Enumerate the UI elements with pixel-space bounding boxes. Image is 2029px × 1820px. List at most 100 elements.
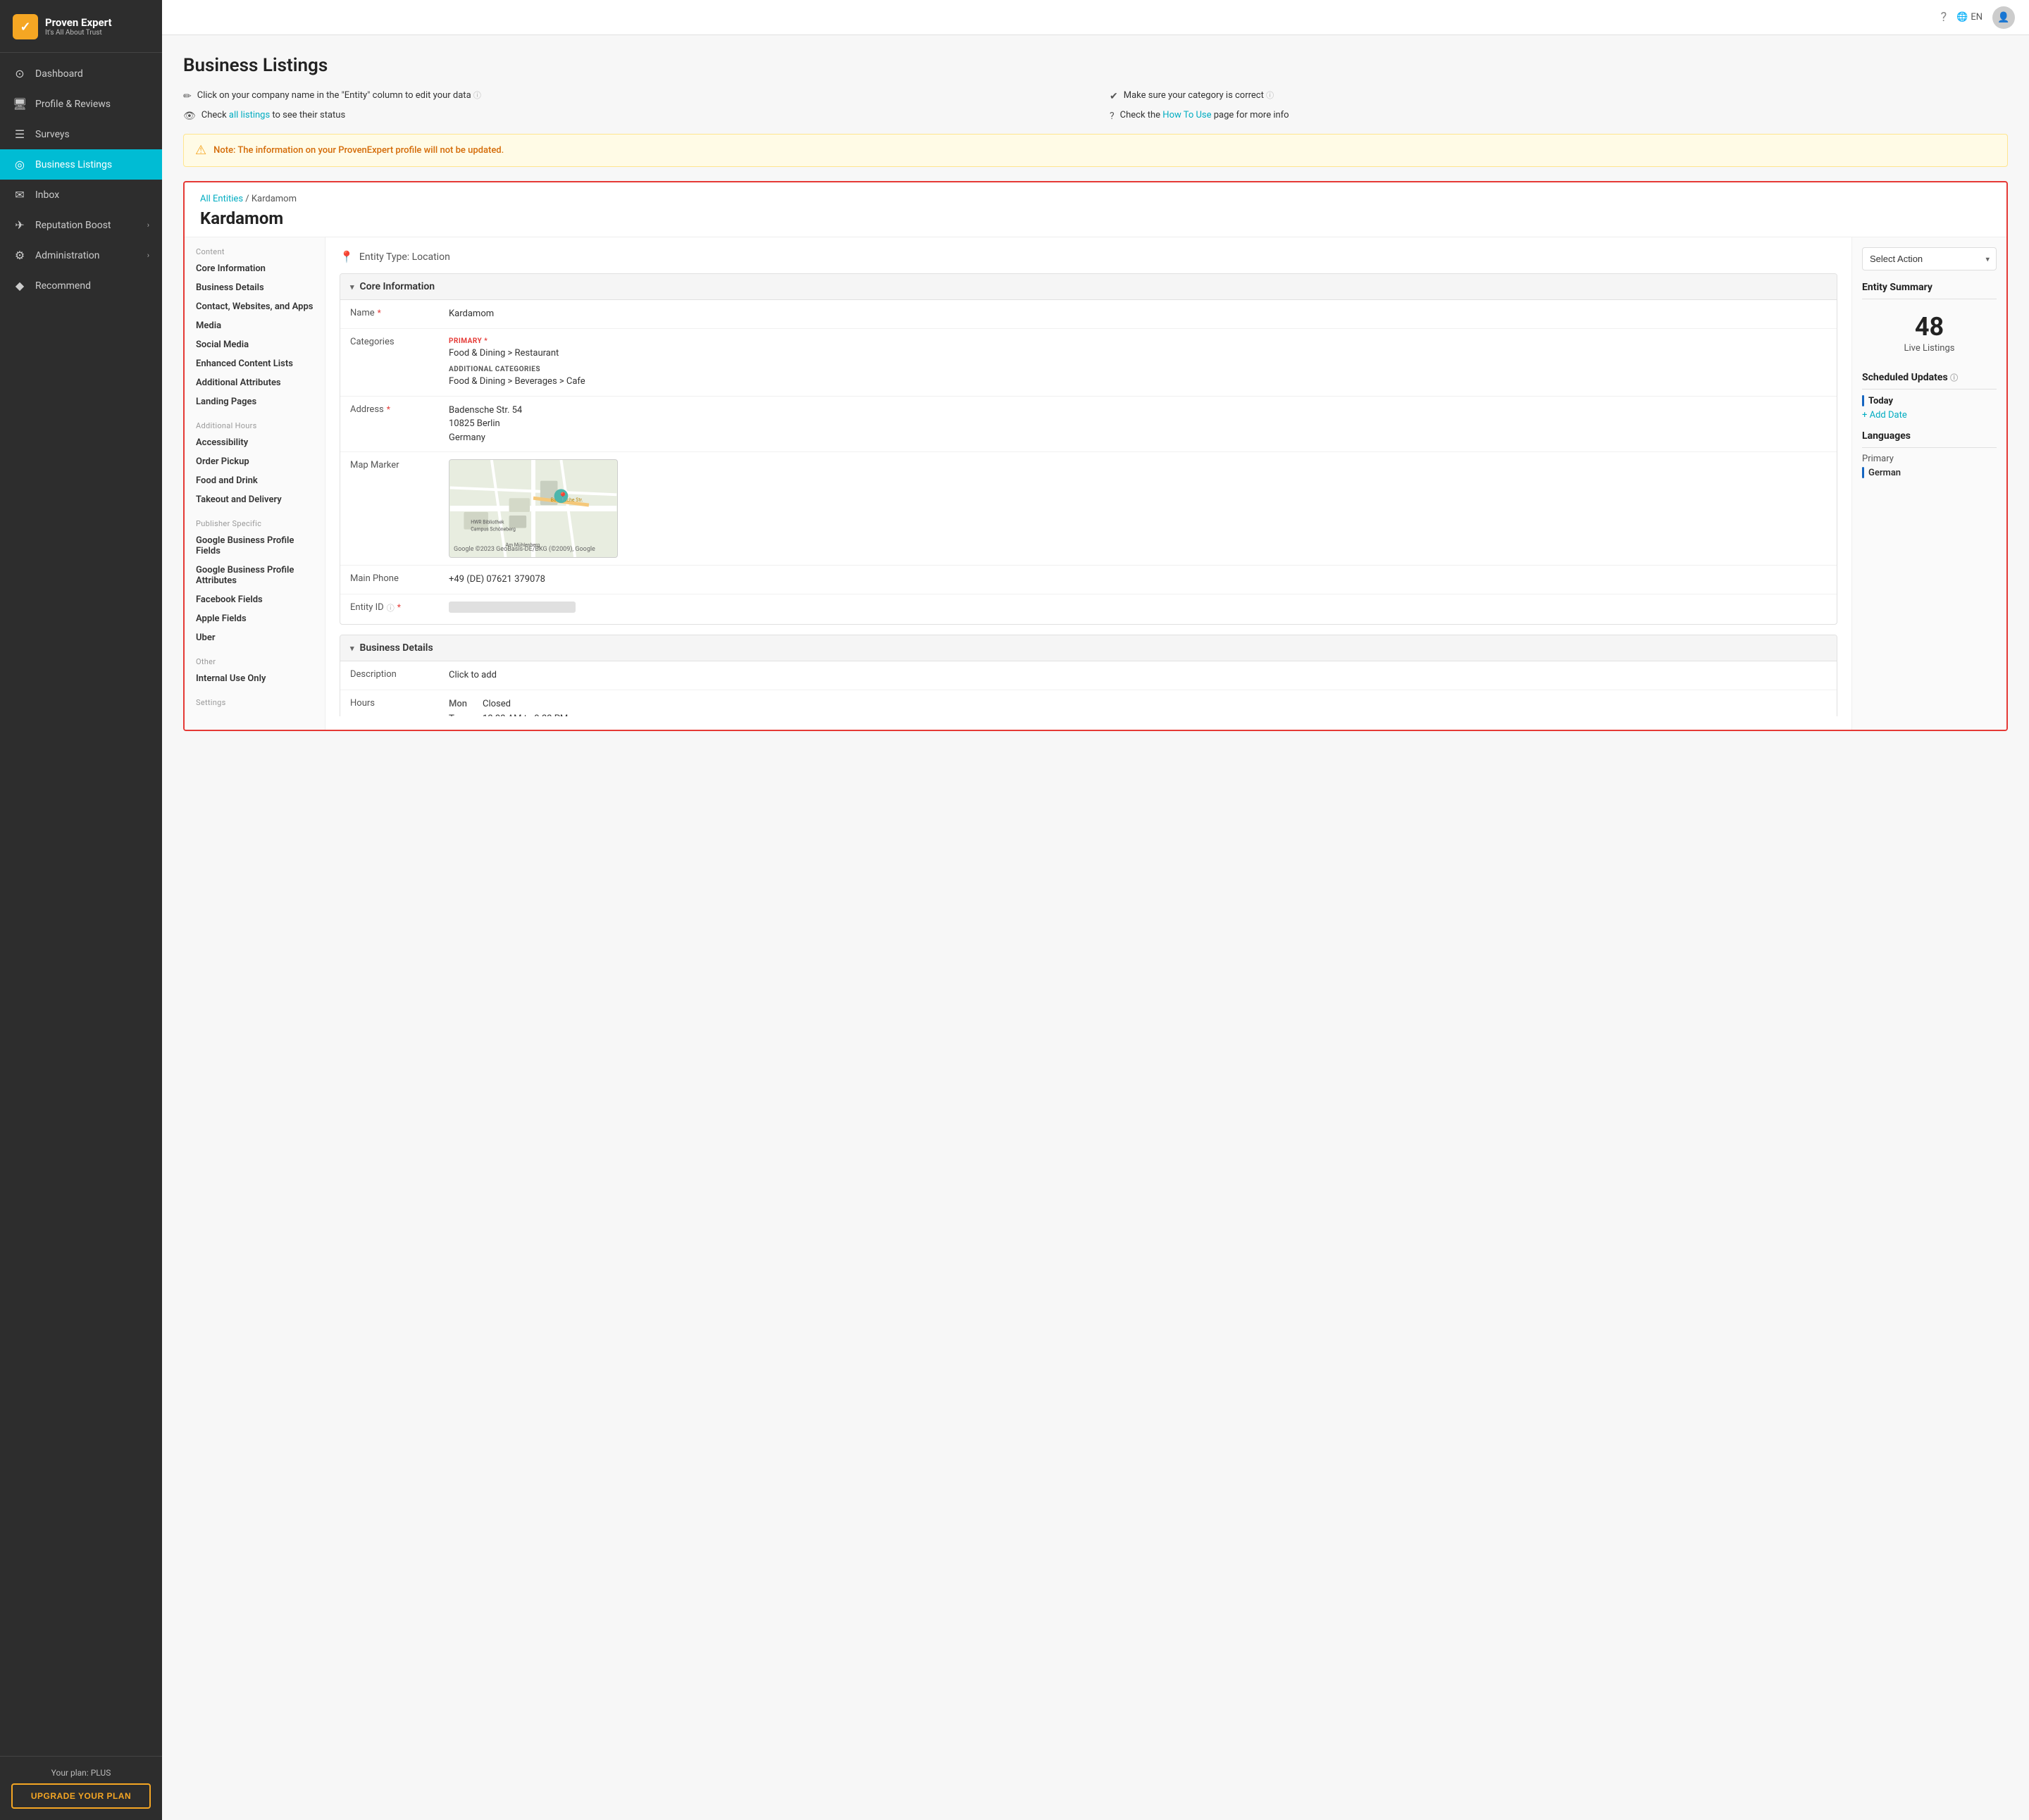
logo-sub: It's All About Trust bbox=[45, 29, 112, 37]
pin-icon: 📍 bbox=[340, 250, 354, 263]
sidebar-item-label: Surveys bbox=[35, 129, 149, 140]
hours-mon-day: Mon bbox=[449, 697, 477, 711]
sidebar: ✓ Proven Expert It's All About Trust ⊙ D… bbox=[0, 0, 162, 1820]
select-action[interactable]: Select Action Edit Delete bbox=[1862, 247, 1997, 270]
tip-icon-entity[interactable]: ⓘ bbox=[387, 602, 395, 613]
sidenav-additional-attributes[interactable]: Additional Attributes bbox=[185, 373, 325, 392]
language-value: German bbox=[1862, 467, 1997, 478]
primary-tag: PRIMARY * bbox=[449, 336, 1827, 347]
select-action-wrapper: Select Action Edit Delete ▾ bbox=[1862, 247, 1997, 270]
field-map-marker: Map Marker bbox=[340, 452, 1837, 566]
sidebar-item-reputation-boost[interactable]: ✈ Reputation Boost › bbox=[0, 210, 162, 240]
help-icon[interactable]: ? bbox=[1941, 10, 1947, 25]
field-value-categories[interactable]: PRIMARY * Food & Dining > Restaurant ADD… bbox=[449, 336, 1827, 389]
plan-label: Your plan: PLUS bbox=[11, 1768, 151, 1778]
required-marker: * bbox=[378, 308, 381, 318]
lang-label: EN bbox=[1971, 12, 1983, 23]
field-value-address[interactable]: Badensche Str. 54 10825 Berlin Germany bbox=[449, 404, 1827, 445]
entity-header: All Entities / Kardamom Kardamom bbox=[185, 182, 2006, 237]
chevron-right-icon: › bbox=[147, 220, 149, 230]
field-name: Name * Kardamom bbox=[340, 300, 1837, 329]
sidenav-apple-fields[interactable]: Apple Fields bbox=[185, 609, 325, 628]
upgrade-button[interactable]: UPGRADE YOUR PLAN bbox=[11, 1783, 151, 1809]
sidebar-item-recommend[interactable]: ◆ Recommend bbox=[0, 270, 162, 301]
breadcrumb-current: Kardamom bbox=[252, 194, 297, 204]
tip-icon-scheduled[interactable]: ⓘ bbox=[1950, 373, 1958, 382]
logo-area: ✓ Proven Expert It's All About Trust bbox=[0, 0, 162, 53]
sidenav-facebook-fields[interactable]: Facebook Fields bbox=[185, 590, 325, 609]
sidenav-google-profile-fields[interactable]: Google Business Profile Fields bbox=[185, 531, 325, 561]
how-to-use-link[interactable]: How To Use bbox=[1162, 110, 1211, 120]
warning-icon: ⚠ bbox=[195, 143, 206, 158]
field-phone: Main Phone +49 (DE) 07621 379078 bbox=[340, 566, 1837, 594]
user-avatar[interactable]: 👤 bbox=[1992, 6, 2015, 29]
sidenav-internal-use[interactable]: Internal Use Only bbox=[185, 669, 325, 688]
core-section-body: Name * Kardamom Categories PRIMARY * Foo… bbox=[340, 300, 1837, 624]
sidebar-item-inbox[interactable]: ✉ Inbox bbox=[0, 180, 162, 210]
address-line-3: Germany bbox=[449, 431, 1827, 445]
sidenav-order-pickup[interactable]: Order Pickup bbox=[185, 452, 325, 471]
sidebar-item-business-listings[interactable]: ◎ Business Listings bbox=[0, 149, 162, 180]
sidenav-landing-pages[interactable]: Landing Pages bbox=[185, 392, 325, 411]
map-placeholder[interactable]: HWR Bibliothek Campus Schöneberg Baden­s… bbox=[449, 459, 618, 558]
tip-icon[interactable]: ⓘ bbox=[473, 91, 481, 100]
sidenav-uber[interactable]: Uber bbox=[185, 628, 325, 647]
hours-group-label: Additional Hours bbox=[185, 421, 325, 433]
other-group-label: Other bbox=[185, 657, 325, 669]
field-value-description[interactable]: Click to add bbox=[449, 668, 1827, 682]
field-value-phone[interactable]: +49 (DE) 07621 379078 bbox=[449, 573, 1827, 587]
page-title: Business Listings bbox=[183, 55, 2008, 76]
entity-section: All Entities / Kardamom Kardamom Content… bbox=[183, 181, 2008, 731]
breadcrumb-parent[interactable]: All Entities bbox=[200, 194, 243, 204]
required-marker: * bbox=[387, 404, 390, 414]
language-name: German bbox=[1868, 468, 1901, 478]
field-value-name[interactable]: Kardamom bbox=[449, 307, 1827, 321]
field-label-entity-id: Entity ID ⓘ * bbox=[350, 602, 449, 618]
sidenav-media[interactable]: Media bbox=[185, 316, 325, 335]
chevron-down-icon-2: ▾ bbox=[350, 644, 354, 653]
check-icon: ✔ bbox=[1110, 89, 1118, 104]
sidebar-item-label: Business Listings bbox=[35, 159, 149, 170]
primary-category: Food & Dining > Restaurant bbox=[449, 347, 1827, 361]
sidenav-accessibility[interactable]: Accessibility bbox=[185, 433, 325, 452]
sidenav-contact-websites[interactable]: Contact, Websites, and Apps bbox=[185, 297, 325, 316]
hours-grid: Mon Closed Tue 10:00 AM to 9:00 PM Wed 1… bbox=[449, 697, 1827, 717]
breadcrumb: All Entities / Kardamom bbox=[200, 194, 1991, 204]
sidenav-food-drink[interactable]: Food and Drink bbox=[185, 471, 325, 490]
hours-tue-val: 10:00 AM to 9:00 PM bbox=[483, 712, 1827, 716]
live-listings-label: Live Listings bbox=[1862, 343, 1997, 354]
entity-right-panel: Select Action Edit Delete ▾ Entity Summa… bbox=[1851, 237, 2006, 730]
sidenav-takeout-delivery[interactable]: Takeout and Delivery bbox=[185, 490, 325, 509]
language-primary-label: Primary bbox=[1862, 454, 1997, 464]
logo-icon: ✓ bbox=[13, 14, 38, 39]
core-information-header[interactable]: ▾ Core Information bbox=[340, 274, 1837, 300]
sidebar-item-surveys[interactable]: ☰ Surveys bbox=[0, 119, 162, 149]
svg-text:HWR Bibliothek: HWR Bibliothek bbox=[471, 520, 504, 525]
sidenav-social-media[interactable]: Social Media bbox=[185, 335, 325, 354]
sidenav-core-information[interactable]: Core Information bbox=[185, 259, 325, 278]
business-details-header[interactable]: ▾ Business Details bbox=[340, 635, 1837, 661]
breadcrumb-separator: / bbox=[245, 194, 252, 204]
additional-category: Food & Dining > Beverages > Cafe bbox=[449, 375, 1827, 389]
all-listings-link[interactable]: all listings bbox=[229, 110, 270, 120]
sidenav-business-details[interactable]: Business Details bbox=[185, 278, 325, 297]
sidebar-item-dashboard[interactable]: ⊙ Dashboard bbox=[0, 58, 162, 89]
edit-icon: ✏ bbox=[183, 89, 192, 104]
reputation-boost-icon: ✈ bbox=[13, 218, 27, 232]
sidebar-item-profile[interactable]: 🖥 Profile & Reviews bbox=[0, 89, 162, 119]
field-value-hours[interactable]: Mon Closed Tue 10:00 AM to 9:00 PM Wed 1… bbox=[449, 697, 1827, 717]
field-label-phone: Main Phone bbox=[350, 573, 449, 587]
warning-text: Note: The information on your ProvenExpe… bbox=[213, 145, 504, 156]
sidenav-google-profile-attrs[interactable]: Google Business Profile Attributes bbox=[185, 561, 325, 590]
languages-card: Languages Primary German bbox=[1862, 430, 1997, 478]
entity-sidenav: Content Core Information Business Detail… bbox=[185, 237, 325, 730]
sidebar-item-administration[interactable]: ⚙ Administration › bbox=[0, 240, 162, 270]
tip-icon-2[interactable]: ⓘ bbox=[1266, 91, 1274, 100]
hours-group: Additional Hours Accessibility Order Pic… bbox=[185, 421, 325, 509]
entity-id-blurred bbox=[449, 602, 576, 613]
language-selector[interactable]: 🌐 EN bbox=[1956, 12, 1983, 23]
field-label-hours: Hours bbox=[350, 697, 449, 717]
add-date-link[interactable]: + Add Date bbox=[1862, 410, 1907, 420]
sidenav-enhanced-content[interactable]: Enhanced Content Lists bbox=[185, 354, 325, 373]
address-line-2: 10825 Berlin bbox=[449, 417, 1827, 431]
